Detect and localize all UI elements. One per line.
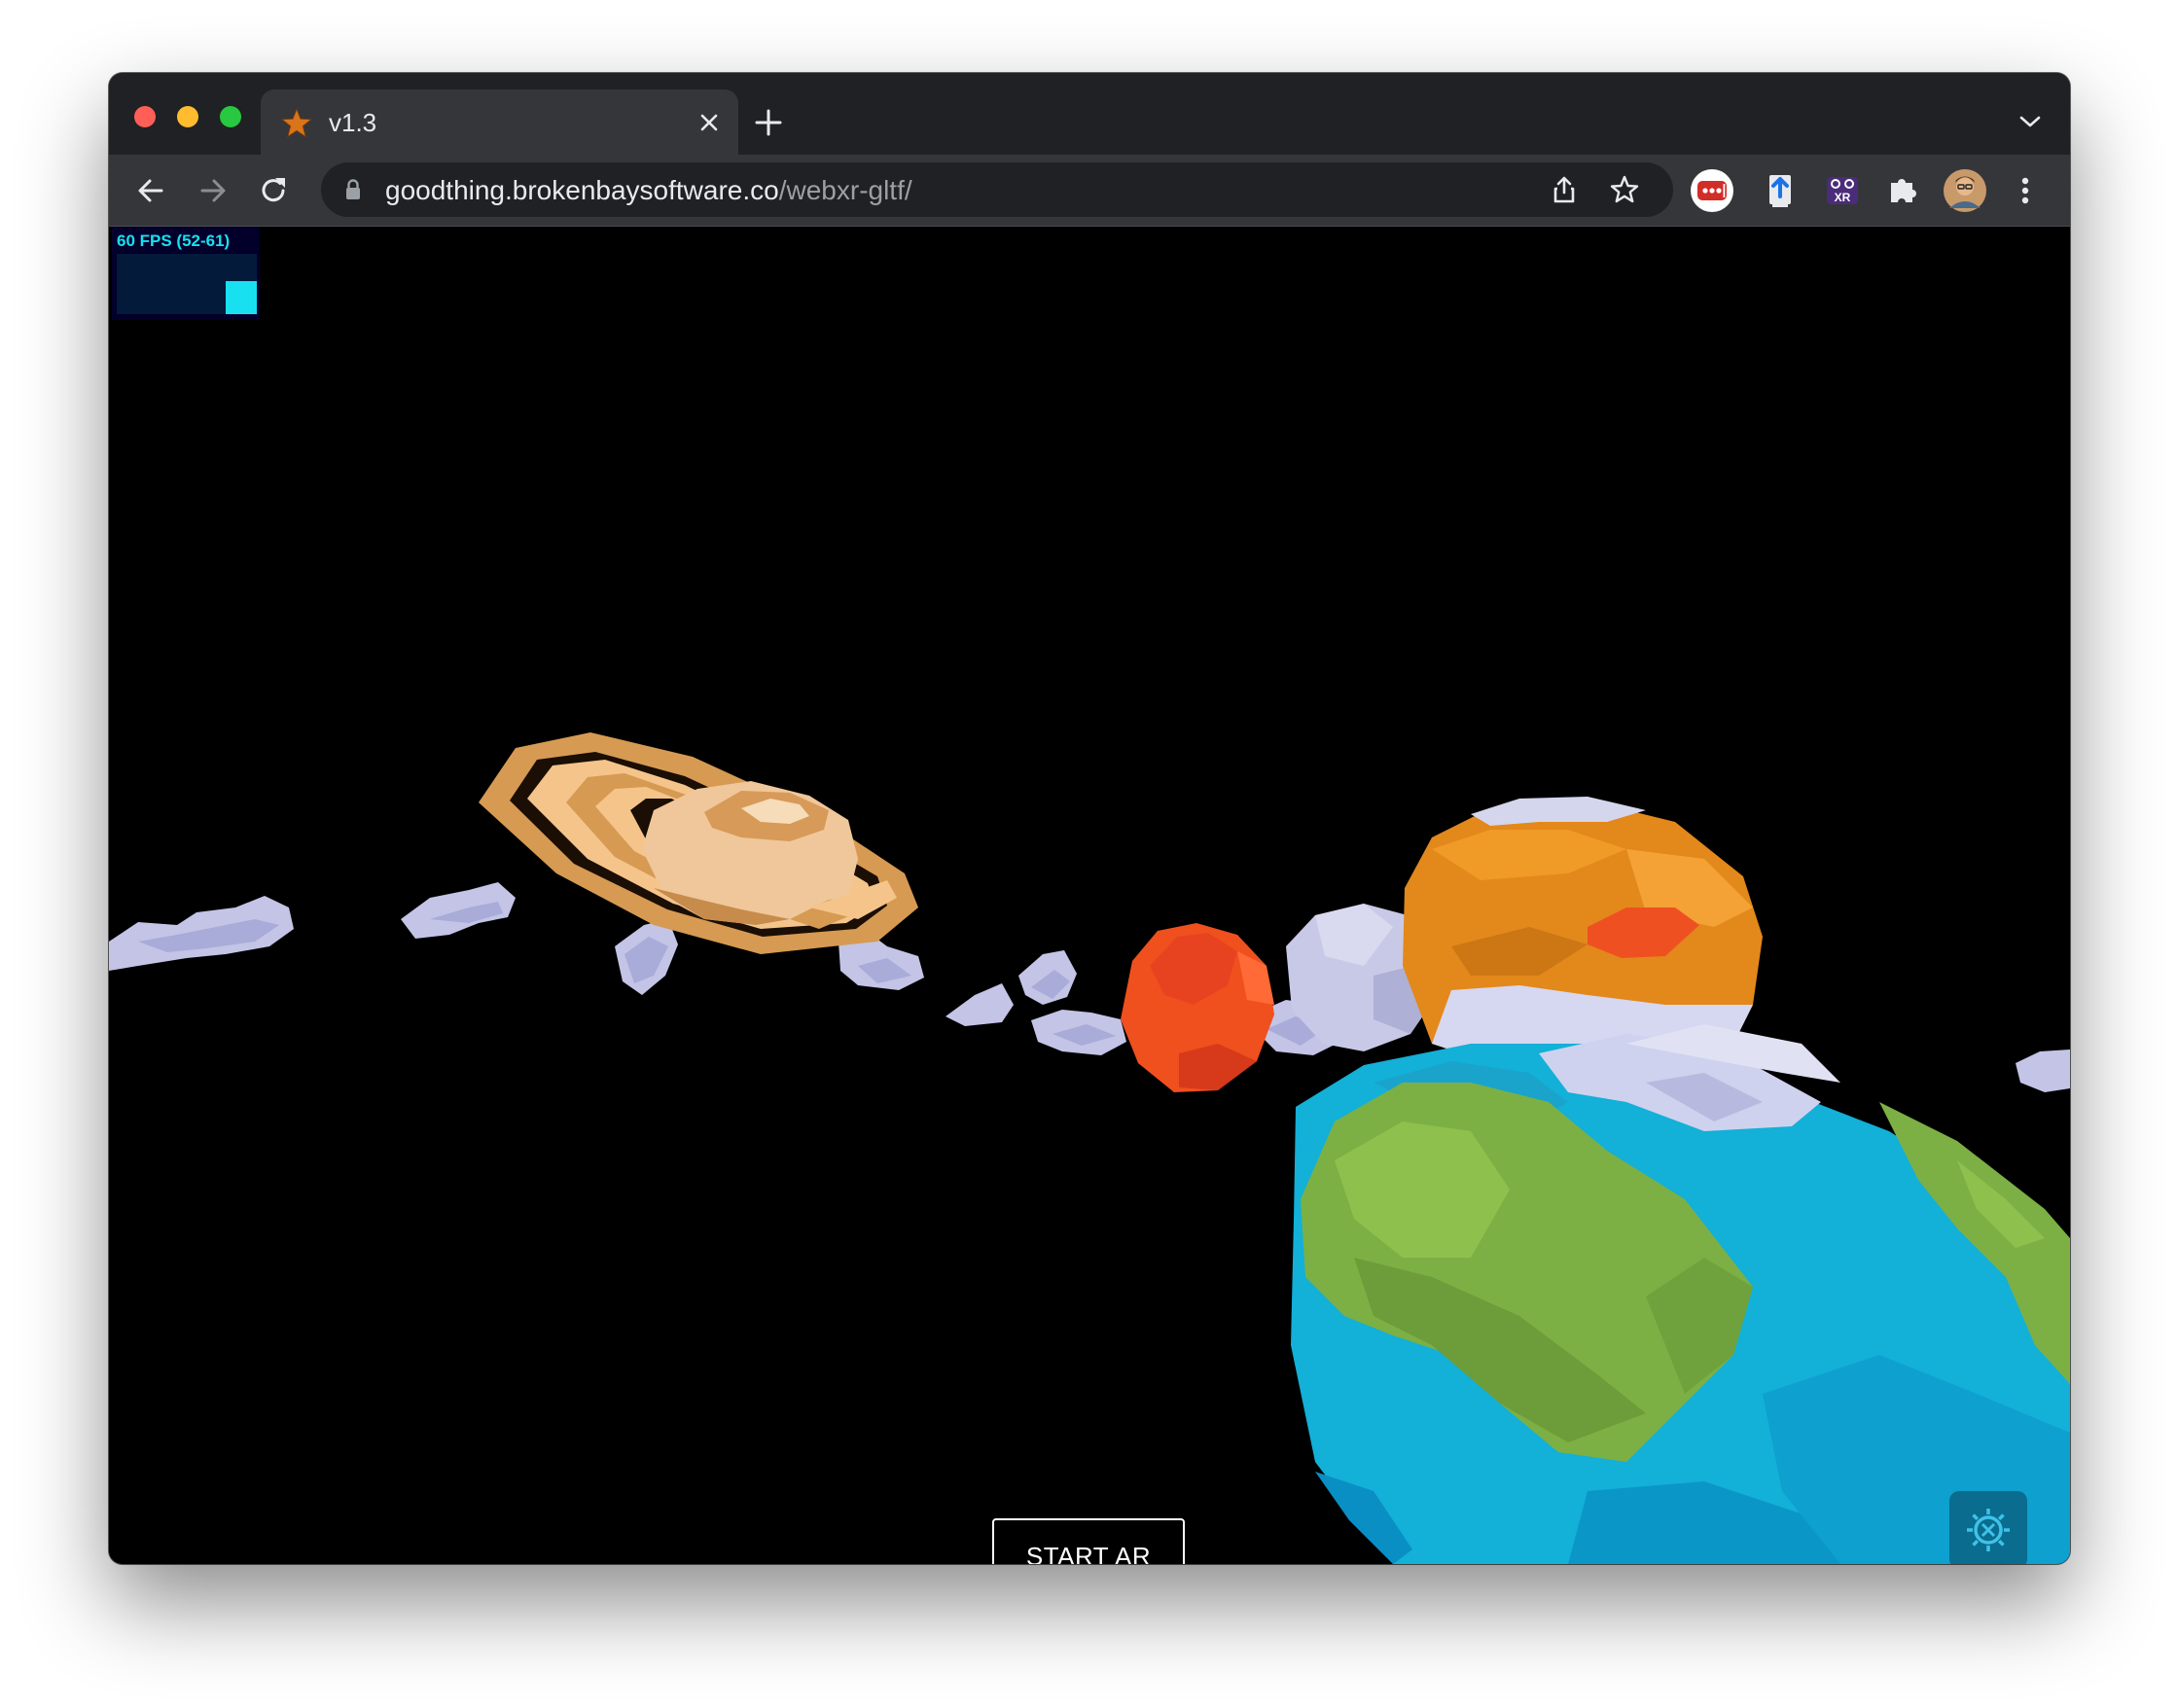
close-window-button[interactable] <box>134 106 156 127</box>
tab-search-button[interactable] <box>2017 112 2043 131</box>
fps-graph-bar <box>226 281 257 314</box>
webxr-emulator-icon[interactable]: XR <box>1821 169 1864 212</box>
settings-gear-icon <box>1967 1509 2010 1551</box>
lastpass-icon[interactable] <box>1691 169 1733 212</box>
start-ar-button[interactable]: START AR <box>992 1518 1185 1564</box>
bookmark-star-icon[interactable] <box>1609 174 1640 205</box>
address-bar[interactable]: goodthing.brokenbaysoftware.co/webxr-glt… <box>321 162 1673 217</box>
mars <box>1121 923 1274 1092</box>
lock-icon[interactable] <box>344 178 362 201</box>
browser-window: v1.3 goodthing.brokenbaysoftware.co/webx… <box>109 73 2070 1564</box>
forward-button[interactable] <box>195 172 232 209</box>
tab-title: v1.3 <box>329 108 377 137</box>
webxr-canvas[interactable]: 60 FPS (52-61) START AR <box>109 227 2070 1564</box>
earth <box>1291 1024 2070 1564</box>
browser-tab[interactable]: v1.3 <box>261 89 738 155</box>
tab-strip: v1.3 <box>109 73 2070 155</box>
window-controls <box>134 106 241 127</box>
new-tab-button[interactable] <box>751 105 786 140</box>
tab-close-button[interactable] <box>694 107 725 138</box>
url-path: /webxr-gltf/ <box>778 175 912 205</box>
minimize-window-button[interactable] <box>177 106 198 127</box>
upload-extension-icon[interactable] <box>1759 169 1802 212</box>
profile-avatar[interactable] <box>1944 169 1986 212</box>
star-icon <box>281 107 312 138</box>
puzzle-icon[interactable] <box>1881 169 1924 212</box>
browser-toolbar: goodthing.brokenbaysoftware.co/webxr-glt… <box>109 155 2070 227</box>
reload-button[interactable] <box>255 172 292 209</box>
url-text[interactable]: goodthing.brokenbaysoftware.co/webxr-glt… <box>385 175 912 206</box>
svg-text:XR: XR <box>1835 191 1851 204</box>
back-button[interactable] <box>132 172 169 209</box>
saturn <box>479 732 918 954</box>
settings-button[interactable] <box>1949 1491 2027 1564</box>
close-icon <box>700 114 718 131</box>
fps-stats-panel[interactable]: 60 FPS (52-61) <box>112 227 260 320</box>
fps-label: 60 FPS (52-61) <box>117 231 231 250</box>
3d-scene[interactable] <box>109 227 2070 1564</box>
menu-dots-icon[interactable] <box>2014 169 2037 212</box>
share-icon[interactable] <box>1549 174 1580 205</box>
fps-graph <box>117 254 257 314</box>
url-domain: goodthing.brokenbaysoftware.co <box>385 175 779 205</box>
zoom-window-button[interactable] <box>220 106 241 127</box>
